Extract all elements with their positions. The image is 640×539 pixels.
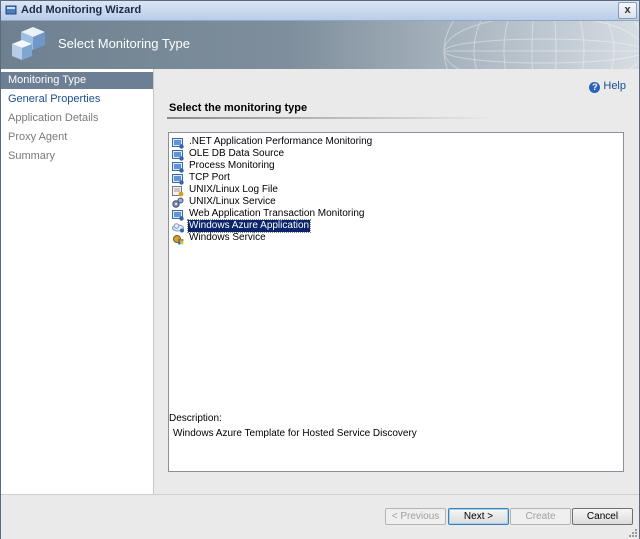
wizard-header: Select Monitoring Type	[1, 21, 639, 69]
monitor-icon	[172, 162, 184, 173]
description-label: Description:	[169, 413, 222, 424]
list-item-label: Windows Service	[189, 232, 266, 243]
monitor-icon	[172, 138, 184, 149]
list-item-label: .NET Application Performance Monitoring	[189, 136, 373, 147]
window-title: Add Monitoring Wizard	[21, 4, 142, 16]
list-item-label: Windows Azure Application	[186, 219, 312, 233]
list-item-label: UNIX/Linux Log File	[189, 184, 278, 195]
close-icon: x	[624, 4, 631, 16]
title-bar: Add Monitoring Wizard x	[1, 1, 639, 21]
cancel-button[interactable]: Cancel	[572, 508, 633, 525]
service-gears-icon	[172, 197, 184, 208]
main-content: ? Help Select the monitoring type .NET Ap…	[154, 69, 639, 494]
list-item-label: TCP Port	[189, 172, 230, 183]
previous-button[interactable]: < Previous	[385, 508, 446, 525]
wizard-cubes-icon	[12, 27, 45, 60]
list-item-label: Web Application Transaction Monitoring	[189, 208, 365, 219]
sidebar-item-application-details: Application Details	[8, 112, 99, 124]
next-button[interactable]: Next >	[448, 508, 509, 525]
azure-cloud-icon	[172, 223, 184, 233]
sidebar-item-summary: Summary	[8, 150, 56, 162]
description-text: Windows Azure Template for Hosted Servic…	[173, 428, 417, 439]
list-item-label: UNIX/Linux Service	[189, 196, 276, 207]
wizard-window: Add Monitoring Wizard x Select Monitorin…	[0, 0, 640, 539]
monitor-icon	[172, 210, 184, 221]
monitoring-type-list[interactable]: .NET Application Performance Monitoring …	[168, 132, 624, 472]
page-title: Select Monitoring Type	[58, 36, 190, 51]
section-divider	[167, 117, 497, 119]
wizard-app-icon	[5, 5, 17, 15]
sidebar-item-proxy-agent: Proxy Agent	[8, 131, 68, 143]
monitor-icon	[172, 150, 184, 161]
windows-service-icon	[173, 235, 184, 245]
globe-watermark-icon	[443, 21, 639, 69]
help-label: Help	[603, 80, 626, 92]
wizard-footer: < Previous Next > Create Cancel	[1, 494, 639, 539]
create-button[interactable]: Create	[510, 508, 571, 525]
log-file-icon	[172, 186, 184, 197]
close-button[interactable]: x	[618, 2, 637, 19]
wizard-steps-sidebar: Monitoring Type General Properties Appli…	[1, 69, 154, 494]
list-item-label: Process Monitoring	[189, 160, 275, 171]
monitor-icon	[172, 174, 184, 185]
list-item-label: OLE DB Data Source	[189, 148, 285, 159]
help-icon: ?	[589, 82, 601, 93]
resize-grip-icon[interactable]	[628, 528, 638, 538]
section-title: Select the monitoring type	[169, 102, 308, 114]
sidebar-item-general-properties[interactable]: General Properties	[1, 91, 153, 108]
help-link[interactable]: ? Help	[589, 80, 626, 93]
sidebar-item-monitoring-type[interactable]: Monitoring Type	[1, 72, 153, 89]
